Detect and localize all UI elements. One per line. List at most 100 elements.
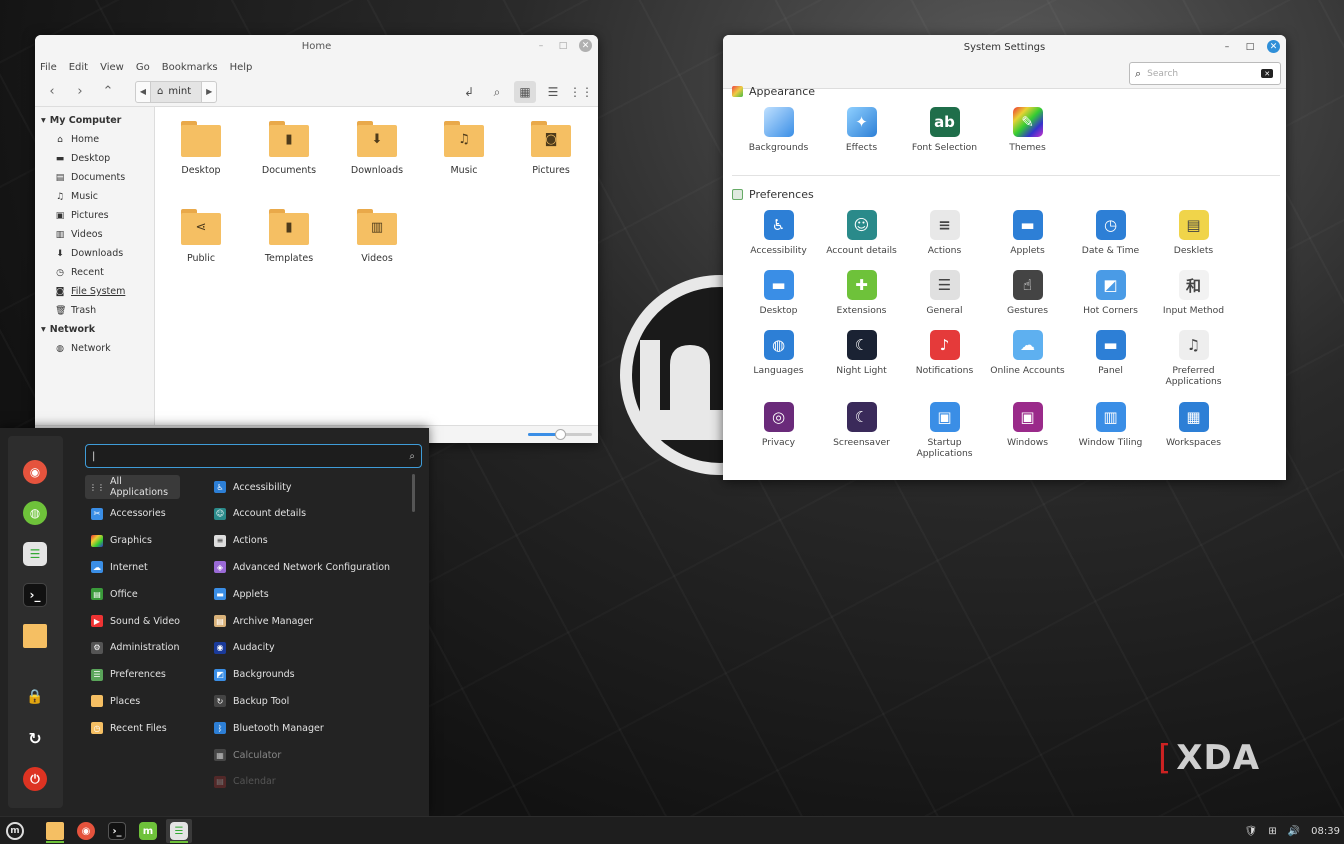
maximize-button[interactable]: □ [557, 40, 569, 52]
menu-button[interactable]: m [2, 819, 28, 843]
menu-category-sound-video[interactable]: ▶ Sound & Video [85, 609, 180, 633]
applet-startup-applications[interactable]: ▣ Startup Applications [903, 402, 986, 459]
folder-public[interactable]: ⋖ Public [161, 209, 241, 264]
applet-input-method[interactable]: 和 Input Method [1152, 270, 1235, 316]
sidebar-heading-my-computer[interactable]: ▾ My Computer [35, 111, 154, 130]
menu-category-internet[interactable]: ☁ Internet [85, 555, 180, 579]
applet-backgrounds[interactable]: Backgrounds [737, 107, 820, 153]
applet-notifications[interactable]: ♪ Notifications [903, 330, 986, 376]
sidebar-item-trash[interactable]: 🗑 Trash [35, 301, 154, 320]
clear-search-icon[interactable]: ✕ [1261, 69, 1274, 78]
taskbar-system-settings[interactable]: ☰ [166, 819, 192, 843]
taskbar-firefox[interactable]: ◉ [73, 819, 99, 843]
sidebar-item-documents[interactable]: ▤ Documents [35, 168, 154, 187]
menu-app-audacity[interactable]: ◉ Audacity [214, 636, 275, 660]
firefox-icon[interactable]: ◉ [23, 460, 47, 484]
applet-online-accounts[interactable]: ☁ Online Accounts [986, 330, 1069, 376]
folder-templates[interactable]: ▮ Templates [249, 209, 329, 264]
menu-category-graphics[interactable]: Graphics [85, 529, 180, 553]
close-button[interactable]: ✕ [1267, 40, 1280, 53]
applet-font-selection[interactable]: ab Font Selection [903, 107, 986, 153]
applet-accessibility[interactable]: ♿ Accessibility [737, 210, 820, 256]
menu-help[interactable]: Help [230, 62, 253, 73]
path-left-arrow[interactable]: ◀ [136, 87, 150, 96]
lock-icon[interactable]: 🔒 [23, 685, 47, 709]
menu-category-recent-files[interactable]: ◷ Recent Files [85, 716, 180, 740]
zoom-slider[interactable] [528, 429, 592, 440]
menu-app-bluetooth-manager[interactable]: ᛒ Bluetooth Manager [214, 716, 324, 740]
sidebar-item-home[interactable]: ⌂ Home [35, 130, 154, 149]
menu-app-backup-tool[interactable]: ↻ Backup Tool [214, 689, 289, 713]
applet-date-time[interactable]: ◷ Date & Time [1069, 210, 1152, 256]
applet-extensions[interactable]: ✚ Extensions [820, 270, 903, 316]
folder-documents[interactable]: ▮ Documents [249, 121, 329, 176]
applet-applets[interactable]: ▬ Applets [986, 210, 1069, 256]
minimize-button[interactable]: – [535, 40, 547, 52]
terminal-icon[interactable]: ›_ [23, 583, 47, 607]
network-icon[interactable]: ⊞ [1268, 826, 1276, 837]
menu-app-calendar[interactable]: ▤ Calendar [214, 770, 276, 794]
maximize-button[interactable]: □ [1244, 41, 1256, 53]
sidebar-item-music[interactable]: ♫ Music [35, 187, 154, 206]
up-button[interactable]: ⌃ [97, 81, 119, 103]
menu-view[interactable]: View [100, 62, 124, 73]
menu-scrollbar[interactable] [412, 474, 415, 512]
folder-desktop[interactable]: Desktop [161, 121, 241, 176]
applet-effects[interactable]: ✦ Effects [820, 107, 903, 153]
menu-app-actions[interactable]: ≡ Actions [214, 529, 268, 553]
menu-app-calculator[interactable]: ▦ Calculator [214, 743, 281, 767]
applet-panel[interactable]: ▬ Panel [1069, 330, 1152, 376]
applet-gestures[interactable]: ☝ Gestures [986, 270, 1069, 316]
folder-music[interactable]: ♫ Music [424, 121, 504, 176]
applet-themes[interactable]: ✎ Themes [986, 107, 1069, 153]
clock[interactable]: 08:39 [1311, 826, 1340, 837]
menu-app-advanced-network-configuration[interactable]: ◈ Advanced Network Configuration [214, 555, 390, 579]
list-view-button[interactable]: ☰ [542, 81, 564, 103]
menu-bookmarks[interactable]: Bookmarks [162, 62, 218, 73]
folder-downloads[interactable]: ⬇ Downloads [337, 121, 417, 176]
applet-preferred-applications[interactable]: ♫ Preferred Applications [1152, 330, 1235, 387]
menu-app-applets[interactable]: ▬ Applets [214, 582, 269, 606]
sidebar-item-recent[interactable]: ◷ Recent [35, 263, 154, 282]
sidebar-item-desktop[interactable]: ▬ Desktop [35, 149, 154, 168]
menu-category-office[interactable]: ▤ Office [85, 582, 180, 606]
shield-icon[interactable]: 🛡 [1245, 826, 1258, 837]
applet-workspaces[interactable]: ▦ Workspaces [1152, 402, 1235, 448]
menu-category-administration[interactable]: ⚙ Administration [85, 636, 180, 660]
applet-general[interactable]: ☰ General [903, 270, 986, 316]
software-manager-icon[interactable]: ◍ [23, 501, 47, 525]
menu-app-backgrounds[interactable]: ◩ Backgrounds [214, 663, 295, 687]
menu-app-accessibility[interactable]: ♿ Accessibility [214, 475, 291, 499]
folder-pictures[interactable]: ◙ Pictures [511, 121, 591, 176]
menu-category-all-applications[interactable]: ⋮⋮ All Applications [85, 475, 180, 499]
path-right-arrow[interactable]: ▶ [202, 87, 216, 96]
settings-toggle-icon[interactable]: ☰ [23, 542, 47, 566]
sidebar-item-videos[interactable]: ▥ Videos [35, 225, 154, 244]
file-manager-titlebar[interactable]: Home – □ ✕ [35, 35, 598, 57]
volume-icon[interactable]: 🔊 [1288, 826, 1300, 837]
minimize-button[interactable]: – [1221, 41, 1233, 53]
zoom-slider-handle[interactable] [555, 429, 566, 440]
applet-windows[interactable]: ▣ Windows [986, 402, 1069, 448]
sidebar-heading-network[interactable]: ▾ Network [35, 320, 154, 339]
menu-category-places[interactable]: Places [85, 689, 180, 713]
menu-category-preferences[interactable]: ☰ Preferences [85, 663, 180, 687]
applet-hot-corners[interactable]: ◩ Hot Corners [1069, 270, 1152, 316]
settings-search-input[interactable] [1147, 68, 1256, 79]
logout-icon[interactable]: ↻ [23, 726, 47, 750]
toggle-location-icon[interactable]: ↲ [458, 81, 480, 103]
close-button[interactable]: ✕ [579, 39, 592, 52]
applet-actions[interactable]: ≡ Actions [903, 210, 986, 256]
search-icon[interactable]: ⌕ [486, 81, 508, 103]
applet-languages[interactable]: ◍ Languages [737, 330, 820, 376]
applet-desklets[interactable]: ▤ Desklets [1152, 210, 1235, 256]
taskbar-software-manager[interactable]: m [135, 819, 161, 843]
applet-account-details[interactable]: ☺ Account details [820, 210, 903, 256]
path-segment-home[interactable]: ⌂ mint [150, 81, 203, 102]
forward-button[interactable]: › [69, 81, 91, 103]
sidebar-item-downloads[interactable]: ⬇ Downloads [35, 244, 154, 263]
menu-file[interactable]: File [40, 62, 57, 73]
taskbar-terminal[interactable]: ›_ [104, 819, 130, 843]
folder-videos[interactable]: ▥ Videos [337, 209, 417, 264]
icon-view-button[interactable]: ▦ [514, 81, 536, 103]
